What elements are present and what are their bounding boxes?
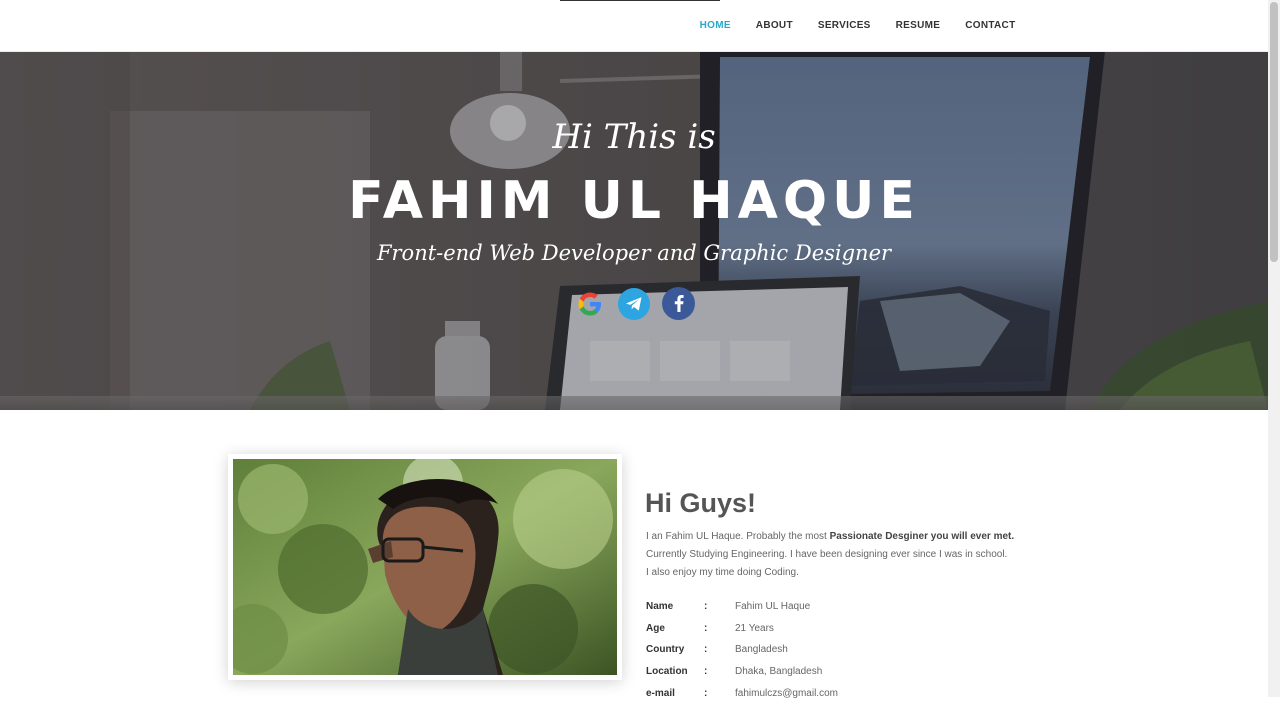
about-intro-line3: I also enjoy my time doing Coding. — [646, 567, 799, 578]
info-colon: : — [704, 687, 708, 699]
info-label: Name — [646, 601, 674, 613]
telegram-icon[interactable] — [618, 287, 650, 320]
info-row-age: Age : 21 Years — [646, 618, 838, 640]
about-intro-part1: I an Fahim UL Haque. Probably the most — [646, 531, 830, 542]
hero-greeting: Hi This is — [552, 117, 716, 157]
info-colon: : — [704, 622, 708, 634]
profile-photo-frame — [228, 454, 622, 680]
hero-section: Hi This is FAHIM UL HAQUE Front-end Web … — [0, 51, 1268, 410]
info-colon: : — [704, 666, 708, 678]
nav-about[interactable]: ABOUT — [743, 20, 805, 31]
navbar: HOME ABOUT SERVICES RESUME CONTACT — [0, 0, 1268, 52]
profile-photo — [233, 459, 617, 675]
info-value: Fahim UL Haque — [735, 601, 811, 613]
info-colon: : — [704, 601, 708, 613]
info-row-location: Location : Dhaka, Bangladesh — [646, 661, 838, 683]
nav-menu: HOME ABOUT SERVICES RESUME CONTACT — [687, 0, 1028, 51]
about-title: Hi Guys! — [645, 488, 757, 518]
info-value: 21 Years — [735, 622, 774, 634]
hero-name: FAHIM UL HAQUE — [348, 171, 920, 231]
personal-info-table: Name : Fahim UL Haque Age : 21 Years Cou… — [646, 596, 838, 704]
social-links — [574, 287, 695, 320]
about-intro-bold: Passionate Desginer you will ever met. — [829, 531, 1015, 542]
info-label: e-mail — [646, 687, 675, 699]
google-icon[interactable] — [574, 288, 606, 320]
nav-resume[interactable]: RESUME — [883, 20, 953, 31]
nav-contact[interactable]: CONTACT — [953, 20, 1028, 31]
info-row-country: Country : Bangladesh — [646, 639, 838, 661]
info-value: Dhaka, Bangladesh — [735, 666, 823, 678]
info-row-name: Name : Fahim UL Haque — [646, 596, 838, 618]
nav-home[interactable]: HOME — [687, 20, 743, 31]
about-intro-part2: Currently Studying Engineering. I have b… — [646, 549, 1008, 560]
info-colon: : — [704, 644, 708, 656]
about-intro: I an Fahim UL Haque. Probably the most P… — [646, 528, 1046, 582]
hero-tagline: Front-end Web Developer and Graphic Desi… — [376, 241, 892, 265]
info-row-email: e-mail : fahimulczs@gmail.com — [646, 682, 838, 704]
facebook-icon[interactable] — [662, 287, 695, 320]
info-label: Country — [646, 644, 685, 656]
page-scrollbar[interactable] — [1268, 0, 1280, 697]
info-label: Location — [646, 666, 688, 678]
info-value: Bangladesh — [735, 644, 788, 656]
info-value[interactable]: fahimulczs@gmail.com — [735, 688, 838, 699]
info-label: Age — [646, 622, 665, 634]
nav-services[interactable]: SERVICES — [805, 20, 883, 31]
scrollbar-thumb[interactable] — [1270, 2, 1278, 262]
